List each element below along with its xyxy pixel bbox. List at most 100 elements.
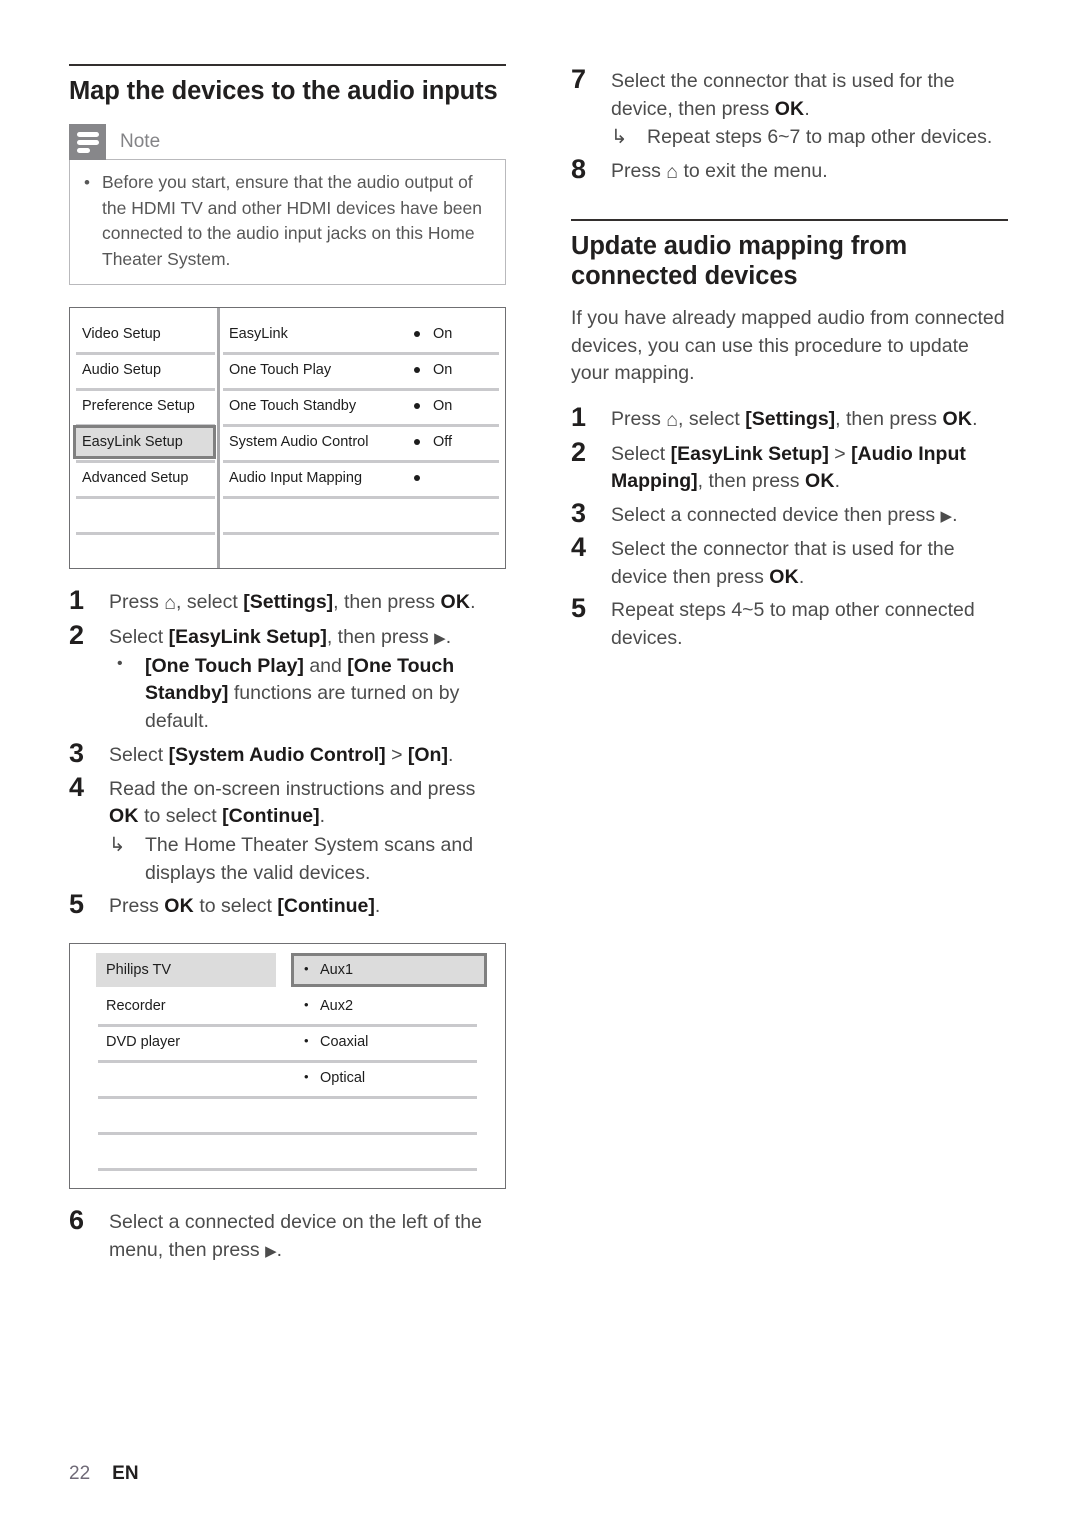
home-icon: ⌂ [164, 592, 177, 615]
row-divider [98, 1132, 477, 1136]
device-item-philips-tv[interactable]: Philips TV [106, 963, 171, 978]
step-text: Read the on-screen instructions and pres… [109, 772, 506, 888]
row-divider [223, 496, 499, 500]
page-footer: 22 EN [69, 1463, 139, 1485]
page-title-2: Update audio mapping from connected devi… [571, 231, 908, 290]
step-item: 4 Read the on-screen instructions and pre… [69, 772, 506, 888]
step-item: 3 Select [System Audio Control] > [On]. [69, 738, 506, 770]
step-text: Select [EasyLink Setup] > [Audio Input M… [611, 442, 966, 493]
right-column: 7 Select the connector that is used for t… [571, 64, 1008, 655]
row-divider [76, 388, 215, 392]
home-icon: ⌂ [666, 161, 679, 184]
step-number: 3 [69, 737, 85, 768]
step-text: Press ⌂ to exit the menu. [611, 154, 1008, 187]
section-rule [69, 64, 506, 66]
radio-dot-icon[interactable] [414, 331, 420, 338]
step-number: 3 [571, 498, 587, 529]
row-divider [223, 460, 499, 464]
note-lines-icon [69, 124, 106, 161]
sub-arrow-icon: ↳ [611, 126, 628, 149]
steps-list-left-after: 6 Select a connected device on the left o… [69, 1205, 506, 1264]
step-number: 6 [69, 1205, 85, 1236]
step-number: 7 [571, 64, 587, 94]
setting-label-system-audio-control[interactable]: System Audio Control [229, 435, 368, 450]
step-item: 2 Select [EasyLink Setup], then press ▶. •… [69, 620, 506, 736]
setting-value-system-audio-control[interactable]: Off [433, 435, 452, 450]
row-divider [98, 1024, 477, 1028]
note-text: Before you start, ensure that the audio … [102, 172, 483, 269]
manual-page: Map the devices to the audio inputs Note… [0, 0, 1080, 1527]
row-divider [76, 460, 215, 464]
row-divider [76, 352, 215, 356]
radio-dot-icon[interactable] [414, 403, 420, 410]
row-divider [223, 424, 499, 428]
device-item-recorder[interactable]: Recorder [106, 999, 166, 1014]
step-item: 8 Press ⌂ to exit the menu. [571, 154, 1008, 187]
setting-value-easylink[interactable]: On [433, 327, 452, 342]
step-number: 4 [571, 531, 587, 562]
page-number: 22 [69, 1463, 91, 1484]
menu-item-advanced-setup[interactable]: Advanced Setup [82, 471, 188, 486]
note-box: Note • Before you start, ensure that the… [69, 124, 506, 286]
step-item: 3 Select a connected device then press ▶. [571, 498, 1008, 530]
step-number: 2 [571, 436, 587, 467]
step-item: 1 Press ⌂, select [Settings], then press … [69, 585, 506, 618]
step-text: Select a connected device then press ▶. [611, 504, 958, 527]
row-divider [223, 388, 499, 392]
menu-item-preference-setup[interactable]: Preference Setup [82, 399, 195, 414]
connector-bullet-coaxial[interactable]: • [304, 1034, 309, 1047]
step-text: Select [EasyLink Setup], then press ▶. •[… [109, 620, 506, 736]
menu-item-video-setup[interactable]: Video Setup [82, 327, 161, 342]
step-item: 7 Select the connector that is used for t… [571, 64, 1008, 152]
sub-arrow-icon: ↳ [109, 833, 126, 856]
setting-label-audio-input-mapping[interactable]: Audio Input Mapping [229, 471, 362, 486]
home-icon: ⌂ [666, 408, 679, 431]
setting-value-one-touch-standby[interactable]: On [433, 399, 452, 414]
step-item: 1 Press ⌂, select [Settings], then press … [571, 402, 1008, 435]
step-text: Press ⌂, select [Settings], then press O… [611, 402, 1008, 435]
row-divider [98, 1168, 477, 1172]
audio-input-mapping-screenshot: Philips TV Recorder DVD player • Aux1 • Aux2 • C… [69, 943, 506, 1190]
row-divider [76, 532, 215, 536]
connector-item-optical[interactable]: Optical [320, 1071, 365, 1086]
connector-item-coaxial[interactable]: Coaxial [320, 1035, 368, 1050]
menu-item-easylink-setup[interactable]: EasyLink Setup [82, 435, 183, 450]
page-language: EN [112, 1463, 139, 1484]
sub-text: Repeat steps 6~7 to map other devices. [647, 126, 993, 149]
step-number: 1 [69, 585, 85, 616]
note-header: Note [69, 124, 506, 161]
left-column: Map the devices to the audio inputs Note… [69, 64, 506, 1267]
step-number: 5 [571, 593, 587, 624]
intro-paragraph: If you have already mapped audio from co… [571, 306, 1005, 385]
step-text: Select [System Audio Control] > [On]. [109, 743, 454, 766]
setting-label-one-touch-play[interactable]: One Touch Play [229, 363, 331, 378]
menu-column-divider [217, 308, 220, 569]
radio-dot-icon[interactable] [414, 475, 420, 482]
radio-dot-icon[interactable] [414, 367, 420, 374]
menu-item-audio-setup[interactable]: Audio Setup [82, 363, 161, 378]
connector-bullet-optical[interactable]: • [304, 1070, 309, 1083]
setting-value-one-touch-play[interactable]: On [433, 363, 452, 378]
note-item: • Before you start, ensure that the audi… [84, 170, 491, 272]
connector-bullet-aux2[interactable]: • [304, 998, 309, 1011]
connector-item-aux1[interactable]: Aux1 [320, 963, 353, 978]
radio-dot-icon[interactable] [414, 439, 420, 446]
connector-item-aux2[interactable]: Aux2 [320, 999, 353, 1014]
step-item: 6 Select a connected device on the left o… [69, 1205, 506, 1264]
row-divider [98, 1060, 477, 1064]
row-divider [76, 496, 215, 500]
step-text: Select the connector that is used for th… [611, 64, 1008, 152]
setting-label-one-touch-standby[interactable]: One Touch Standby [229, 399, 356, 414]
easylink-setup-menu-screenshot: Video Setup Audio Setup Preference Setup Ea… [69, 307, 506, 570]
step-item: 2 Select [EasyLink Setup] > [Audio Input … [571, 437, 1008, 496]
step-number: 5 [69, 889, 85, 920]
connector-bullet-aux1[interactable]: • [304, 962, 309, 975]
step-item: 5 Repeat steps 4~5 to map other connected… [571, 593, 1008, 652]
step-text: Select a connected device on the left of… [109, 1211, 482, 1261]
note-body: • Before you start, ensure that the audi… [69, 159, 506, 286]
sub-text: The Home Theater System scans and displa… [145, 833, 474, 884]
device-item-dvd-player[interactable]: DVD player [106, 1035, 180, 1050]
note-label: Note [120, 131, 161, 153]
setting-label-easylink[interactable]: EasyLink [229, 327, 288, 342]
step-text: Press OK to select [Continue]. [109, 895, 381, 918]
